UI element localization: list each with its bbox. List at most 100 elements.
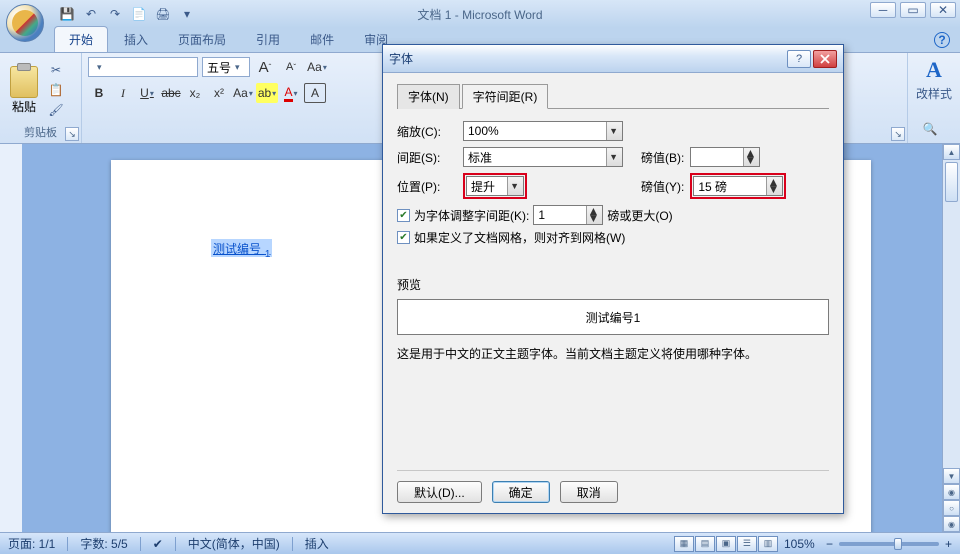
ok-button[interactable]: 确定 (492, 481, 550, 503)
office-button[interactable] (6, 4, 44, 42)
shrink-font-icon[interactable]: Aˇ (280, 57, 302, 77)
zoom-in-button[interactable]: + (945, 537, 952, 551)
dialog-tabs: 字体(N) 字符间距(R) (397, 83, 829, 109)
dialog-title: 字体 (389, 50, 413, 67)
minimize-button[interactable]: ─ (870, 2, 896, 18)
next-page-icon[interactable]: ◉ (943, 516, 960, 532)
copy-icon[interactable]: 📋 (46, 82, 66, 98)
view-web-icon[interactable]: ▣ (716, 536, 736, 552)
scroll-up-icon[interactable]: ▲ (943, 144, 960, 160)
paste-label: 粘贴 (12, 98, 36, 115)
dialog-help-button[interactable]: ? (787, 50, 811, 68)
position-highlight: 提升▼ (463, 173, 527, 199)
position-points-spin[interactable]: 15 磅▲▼ (693, 176, 783, 196)
kerning-unit-label: 磅或更大(O) (607, 207, 672, 224)
format-painter-icon[interactable]: 🖌 (46, 102, 66, 118)
font-size-combo[interactable]: 五号 (202, 57, 250, 77)
status-language[interactable]: 中文(简体，中国) (188, 535, 280, 552)
bold-button[interactable]: B (88, 83, 110, 103)
maximize-button[interactable]: ▭ (900, 2, 926, 18)
view-fullscreen-icon[interactable]: ▤ (695, 536, 715, 552)
scale-select[interactable]: 100%▼ (463, 121, 623, 141)
clipboard-icon (10, 66, 38, 98)
zoom-slider[interactable] (839, 542, 939, 546)
status-words[interactable]: 字数: 5/5 (80, 535, 127, 552)
change-styles-button[interactable]: A 改样式 (916, 57, 952, 102)
kerning-checkbox[interactable]: ✔ (397, 209, 410, 222)
qat-new-icon[interactable]: 📄 (128, 3, 150, 25)
spacing-points-label: 磅值(B): (641, 149, 684, 166)
subscript-button[interactable]: x₂ (184, 83, 206, 103)
spacing-label: 间距(S): (397, 149, 457, 166)
view-print-layout-icon[interactable]: ▦ (674, 536, 694, 552)
dialog-close-button[interactable] (813, 50, 837, 68)
tab-mailings[interactable]: 邮件 (296, 27, 348, 52)
titlebar: 💾 ↶ ↷ 📄 🖨 ▾ 文档 1 - Microsoft Word ─ ▭ ✕ (0, 0, 960, 28)
font-dialog: 字体 ? 字体(N) 字符间距(R) 缩放(C): 100%▼ 间距(S): 标… (382, 44, 844, 514)
tab-layout[interactable]: 页面布局 (164, 27, 240, 52)
close-button[interactable]: ✕ (930, 2, 956, 18)
prev-page-icon[interactable]: ◉ (943, 484, 960, 500)
change-case-button[interactable]: Aa (232, 83, 254, 103)
tab-home[interactable]: 开始 (54, 26, 108, 52)
document-text[interactable]: 测试编号 1 (211, 239, 272, 257)
font-color-button[interactable]: A (280, 83, 302, 103)
quick-access-toolbar: 💾 ↶ ↷ 📄 🖨 ▾ (56, 3, 198, 25)
status-mode[interactable]: 插入 (305, 535, 329, 552)
zoom-slider-thumb[interactable] (894, 538, 902, 550)
position-select[interactable]: 提升▼ (466, 176, 524, 196)
font-family-combo[interactable] (88, 57, 198, 77)
view-draft-icon[interactable]: ▥ (758, 536, 778, 552)
strikethrough-button[interactable]: abc (160, 83, 182, 103)
tab-insert[interactable]: 插入 (110, 27, 162, 52)
preview-label: 预览 (397, 276, 829, 293)
snap-grid-checkbox[interactable]: ✔ (397, 231, 410, 244)
statusbar: 页面: 1/1 字数: 5/5 ✔ 中文(简体，中国) 插入 ▦ ▤ ▣ ☰ ▥… (0, 532, 960, 554)
paste-button[interactable]: 粘贴 (6, 62, 42, 118)
scroll-thumb[interactable] (945, 162, 958, 202)
dialog-tab-font[interactable]: 字体(N) (397, 84, 460, 109)
snap-grid-label: 如果定义了文档网格，则对齐到网格(W) (414, 229, 625, 246)
zoom-out-button[interactable]: − (826, 537, 833, 551)
status-proof-icon[interactable]: ✔ (153, 537, 163, 551)
vertical-ruler (0, 144, 22, 532)
qat-save-icon[interactable]: 💾 (56, 3, 78, 25)
status-page[interactable]: 页面: 1/1 (8, 535, 55, 552)
vertical-scrollbar[interactable]: ▲ ▼ ◉ ○ ◉ (942, 144, 960, 532)
qat-redo-icon[interactable]: ↷ (104, 3, 126, 25)
grow-font-icon[interactable]: Aˆ (254, 57, 276, 77)
preview-box: 测试编号1 (397, 299, 829, 335)
browse-object-icon[interactable]: ○ (943, 500, 960, 516)
dialog-tab-spacing[interactable]: 字符间距(R) (462, 84, 549, 109)
scale-label: 缩放(C): (397, 123, 457, 140)
dialog-titlebar[interactable]: 字体 ? (383, 45, 843, 73)
superscript-button[interactable]: x² (208, 83, 230, 103)
zoom-percent[interactable]: 105% (784, 537, 820, 551)
cut-icon[interactable]: ✂ (46, 62, 66, 78)
change-styles-icon: A (920, 57, 948, 83)
qat-customize-icon[interactable]: ▾ (176, 3, 198, 25)
default-button[interactable]: 默认(D)... (397, 481, 482, 503)
position-points-highlight: 15 磅▲▼ (690, 173, 786, 199)
help-icon[interactable]: ? (934, 32, 950, 48)
view-outline-icon[interactable]: ☰ (737, 536, 757, 552)
kerning-spin[interactable]: 1▲▼ (533, 205, 603, 225)
cancel-button[interactable]: 取消 (560, 481, 618, 503)
italic-button[interactable]: I (112, 83, 134, 103)
character-border-button[interactable]: A (304, 83, 326, 103)
clipboard-launcher[interactable]: ↘ (65, 127, 79, 141)
qat-undo-icon[interactable]: ↶ (80, 3, 102, 25)
position-points-label: 磅值(Y): (641, 178, 684, 195)
clear-formatting-icon[interactable]: Aa (306, 57, 328, 77)
spacing-select[interactable]: 标准▼ (463, 147, 623, 167)
underline-button[interactable]: U (136, 83, 158, 103)
window-title: 文档 1 - Microsoft Word (417, 6, 542, 23)
tab-references[interactable]: 引用 (242, 27, 294, 52)
change-styles-label: 改样式 (916, 85, 952, 102)
font-launcher[interactable]: ↘ (891, 127, 905, 141)
preview-description: 这是用于中文的正文主题字体。当前文档主题定义将使用哪种字体。 (397, 345, 829, 362)
scroll-down-icon[interactable]: ▼ (943, 468, 960, 484)
qat-print-icon[interactable]: 🖨 (152, 3, 174, 25)
highlight-button[interactable]: ab (256, 83, 278, 103)
spacing-points-spin[interactable]: ▲▼ (690, 147, 760, 167)
